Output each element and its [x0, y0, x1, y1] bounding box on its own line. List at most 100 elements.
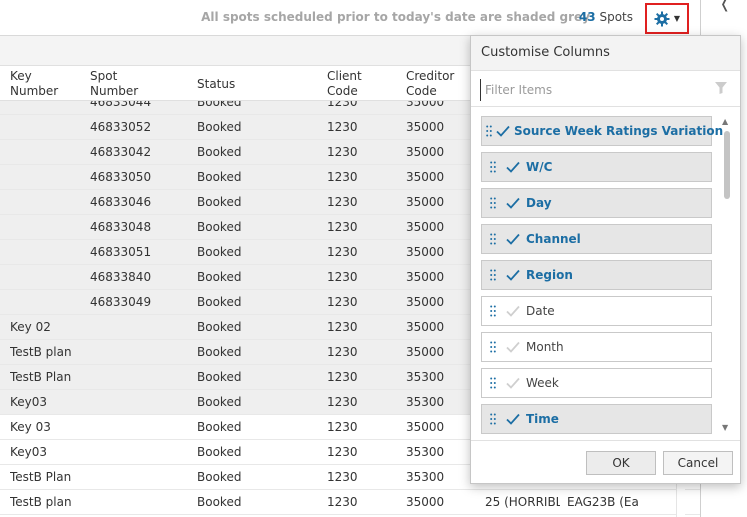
- cell-status: Booked: [197, 370, 242, 384]
- cell-client-code: 1230: [327, 101, 358, 109]
- column-header-client-code[interactable]: Client Code: [327, 69, 362, 99]
- drag-handle-icon[interactable]: [486, 125, 492, 137]
- cell-client-code: 1230: [327, 170, 358, 184]
- cell-creditor-code: 35000: [406, 320, 445, 334]
- cell-client-code: 1230: [327, 320, 358, 334]
- cancel-button[interactable]: Cancel: [663, 451, 733, 475]
- filter-items-input[interactable]: [480, 79, 700, 101]
- cell-creditor-code: 35000: [406, 495, 445, 509]
- panel-title: Customise Columns: [471, 36, 740, 71]
- gear-icon: [654, 11, 670, 26]
- cell-client-code: 1230: [327, 495, 358, 509]
- column-header-creditor-code[interactable]: Creditor Code: [406, 69, 454, 99]
- cell-creditor-code: 35000: [406, 420, 445, 434]
- panel-footer: OK Cancel: [471, 440, 740, 483]
- column-item-label: Day: [526, 196, 552, 210]
- column-item[interactable]: Source Week Ratings Variation: [481, 116, 723, 146]
- cell-client-code: 1230: [327, 120, 358, 134]
- cell-campaign: 25 (HORRIBLE SCIENC: [485, 495, 560, 509]
- ok-button[interactable]: OK: [586, 451, 656, 475]
- column-item[interactable]: Month: [481, 332, 712, 362]
- cell-client-code: 1230: [327, 470, 358, 484]
- filter-row: [471, 71, 740, 107]
- column-item[interactable]: Channel: [481, 224, 712, 254]
- items-scrollbar[interactable]: ▲ ▼: [722, 117, 732, 437]
- drag-handle-icon[interactable]: [486, 269, 500, 281]
- cell-client-code: 1230: [327, 145, 358, 159]
- cell-client-code: 1230: [327, 420, 358, 434]
- checkmark-icon[interactable]: [504, 269, 522, 281]
- checkmark-icon[interactable]: [504, 161, 522, 173]
- funnel-icon[interactable]: [714, 81, 728, 95]
- checkmark-icon[interactable]: [504, 197, 522, 209]
- cell-key-number: TestB Plan: [10, 470, 72, 484]
- cell-creditor-code: 35000: [406, 145, 445, 159]
- cell-client-code: 1230: [327, 195, 358, 209]
- column-item[interactable]: Time: [481, 404, 712, 434]
- column-item[interactable]: W/C: [481, 152, 712, 182]
- cell-status: Booked: [197, 320, 242, 334]
- spot-count-value: 43: [578, 10, 596, 24]
- column-item[interactable]: Week: [481, 368, 712, 398]
- settings-button[interactable]: ▼: [645, 3, 689, 34]
- cell-spot-number: 46833042: [90, 145, 152, 159]
- checkmark-icon[interactable]: [504, 341, 522, 353]
- cell-creditor-code: 35000: [406, 245, 445, 259]
- cell-status: Booked: [197, 270, 242, 284]
- cell-client-code: 1230: [327, 295, 358, 309]
- drag-handle-icon[interactable]: [486, 233, 500, 245]
- cell-client-code: 1230: [327, 270, 358, 284]
- cell-spot-number: 46833044: [90, 101, 152, 109]
- column-item-label: Region: [526, 268, 573, 282]
- column-item-label: Channel: [526, 232, 581, 246]
- cell-spot-number: 46833048: [90, 220, 152, 234]
- drag-handle-icon[interactable]: [486, 305, 500, 317]
- drag-handle-icon[interactable]: [486, 161, 500, 173]
- cell-creditor-code: 35300: [406, 445, 445, 459]
- checkmark-icon[interactable]: [504, 377, 522, 389]
- back-arrow-icon[interactable]: ❬: [719, 0, 731, 12]
- scroll-up-arrow-icon[interactable]: ▲: [722, 117, 728, 126]
- cell-creditor-code: 35000: [406, 120, 445, 134]
- checkmark-icon[interactable]: [496, 125, 510, 137]
- cell-status: Booked: [197, 495, 242, 509]
- column-items-list: Source Week Ratings Variation W/C Day Chann…: [471, 108, 742, 438]
- shading-notice: All spots scheduled prior to today's dat…: [201, 10, 590, 24]
- checkmark-icon[interactable]: [504, 305, 522, 317]
- checkmark-icon[interactable]: [504, 413, 522, 425]
- column-item-label: W/C: [526, 160, 553, 174]
- cell-spot-number: 46833052: [90, 120, 152, 134]
- cell-creditor-code: 35000: [406, 220, 445, 234]
- column-item[interactable]: Day: [481, 188, 712, 218]
- cell-client-code: 1230: [327, 345, 358, 359]
- cell-client-code: 1230: [327, 245, 358, 259]
- column-item[interactable]: Region: [481, 260, 712, 290]
- cell-spot-number: 46833051: [90, 245, 152, 259]
- cell-creditor-code: 35300: [406, 470, 445, 484]
- column-header-status[interactable]: Status: [197, 77, 235, 92]
- column-header-key-number[interactable]: Key Number: [10, 69, 58, 99]
- table-row[interactable]: TestB plan Booked 1230 35000 25 (HORRIBLE SC…: [0, 490, 700, 515]
- cell-status: Booked: [197, 145, 242, 159]
- cell-creditor-code: 35000: [406, 170, 445, 184]
- scroll-down-arrow-icon[interactable]: ▼: [722, 423, 728, 432]
- cell-creditor-code: 35000: [406, 101, 445, 109]
- cell-creditor-code: 35300: [406, 370, 445, 384]
- drag-handle-icon[interactable]: [486, 413, 500, 425]
- cell-status: Booked: [197, 345, 242, 359]
- column-item[interactable]: Date: [481, 296, 712, 326]
- cell-client-code: 1230: [327, 220, 358, 234]
- cell-status: Booked: [197, 395, 242, 409]
- scroll-thumb[interactable]: [724, 131, 730, 199]
- column-header-spot-number[interactable]: Spot Number: [90, 69, 138, 99]
- cell-client-code: 1230: [327, 370, 358, 384]
- drag-handle-icon[interactable]: [486, 197, 500, 209]
- drag-handle-icon[interactable]: [486, 377, 500, 389]
- cell-status: Booked: [197, 295, 242, 309]
- cell-status: Booked: [197, 120, 242, 134]
- cell-status: Booked: [197, 101, 242, 109]
- checkmark-icon[interactable]: [504, 233, 522, 245]
- drag-handle-icon[interactable]: [486, 341, 500, 353]
- cell-status: Booked: [197, 445, 242, 459]
- cell-status: Booked: [197, 420, 242, 434]
